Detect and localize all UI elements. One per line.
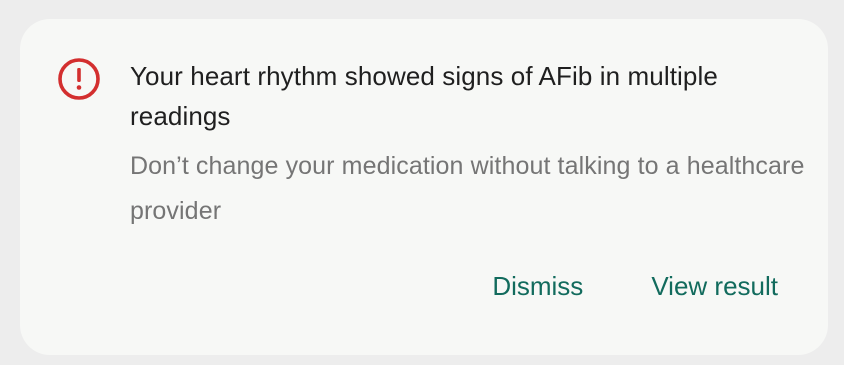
- dismiss-button[interactable]: Dismiss: [492, 266, 583, 306]
- notification-actions: Dismiss View result: [492, 266, 778, 306]
- afib-notification-card: Your heart rhythm showed signs of AFib i…: [20, 19, 828, 355]
- alert-circle-icon: [56, 56, 102, 102]
- view-result-button[interactable]: View result: [651, 266, 778, 306]
- notification-title: Your heart rhythm showed signs of AFib i…: [130, 61, 718, 131]
- notification-subtitle: Don’t change your medication without tal…: [130, 152, 805, 225]
